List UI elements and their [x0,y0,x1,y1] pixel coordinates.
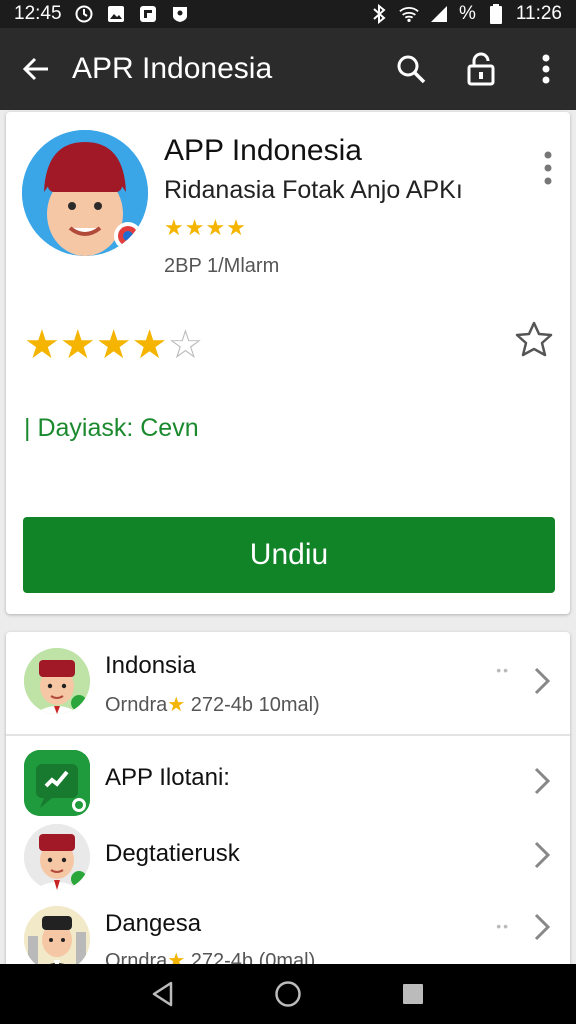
nav-back-button[interactable] [145,976,181,1012]
avatar-icon [24,906,90,972]
star-outline-icon [515,321,553,357]
app-avatar-icon [22,130,148,256]
chevron-right-icon[interactable] [532,766,552,796]
avatar-icon [24,824,90,890]
related-apps-card: Indonsia Orndra★ 272-4b 10mal) •• APP Il… [6,632,570,972]
more-vert-icon [544,151,552,185]
nav-recents-button[interactable] [395,976,431,1012]
bluetooth-icon [369,4,389,24]
status-time-right: 11:26 [515,3,562,24]
more-vert-icon [542,54,550,84]
star-icon: ★ [167,694,186,716]
lock-share-icon [467,52,495,86]
rating-stars[interactable]: ★★★★☆ [24,322,203,368]
list-item-title: Indonsia [105,652,196,679]
install-button[interactable]: Undiu [23,517,555,593]
overflow-menu-button[interactable] [516,28,576,110]
list-item-title: Degtatierusk [105,840,240,867]
square-recents-icon [403,984,424,1004]
list-item-detail-post: 272-4b 10mal) [185,694,320,716]
chevron-right-icon[interactable] [532,912,552,942]
empty-star: ☆ [167,323,204,367]
filled-stars: ★★★★ [24,323,168,367]
app-check-icon [24,750,90,816]
system-nav-bar [0,964,576,1024]
list-item-detail: Orndra★ 272-4b 10mal) [105,692,320,717]
clock-icon [74,4,94,24]
battery-percent: % [458,3,476,24]
signal-icon [429,4,449,24]
back-button[interactable] [0,28,72,110]
image-notification-icon [106,4,126,24]
avatar-icon [24,648,90,714]
download-info: | Dayiask: Cevn [24,414,199,442]
card-more-button[interactable] [540,150,556,186]
list-item-title: Dangesa [105,910,202,937]
wifi-icon [399,4,419,24]
app-notification-icon [138,4,158,24]
wishlist-button[interactable] [514,320,554,360]
list-item[interactable]: Indonsia Orndra★ 272-4b 10mal) •• [6,632,570,732]
app-developer: Ridanasia Fotak Anjo APKı [164,176,463,204]
arrow-left-icon [22,57,48,81]
list-item-detail-pre: Orndra [105,694,168,716]
small-rating-stars: ★★★★ [164,215,247,240]
divider [6,734,570,736]
shield-notification-icon [170,4,190,24]
search-button[interactable] [376,28,446,110]
triangle-back-icon [152,981,172,1007]
nav-home-button[interactable] [270,976,306,1012]
search-icon [397,55,426,84]
page-title: APR Indonesia [72,52,273,85]
status-time: 12:45 [14,3,62,24]
app-meta: 2BP 1/Mlarm [164,255,280,277]
share-button[interactable] [446,28,516,110]
chevron-right-icon[interactable] [532,840,552,870]
list-item-title: APP Ilotani: [105,764,230,791]
status-bar: 12:45 % 11:26 [0,0,576,28]
app-name: APP Indonesia [164,134,362,167]
battery-icon [486,4,506,24]
circle-home-icon [275,981,301,1007]
list-item[interactable]: Dangesa Orndra★ 272-4b (0mal) •• [6,898,570,972]
app-bar: APR Indonesia [0,28,576,110]
app-detail-card: APP Indonesia Ridanasia Fotak Anjo APKı … [6,112,570,614]
list-item-dots: •• [496,918,510,934]
chevron-right-icon[interactable] [532,666,552,696]
list-item-dots: •• [496,662,510,678]
